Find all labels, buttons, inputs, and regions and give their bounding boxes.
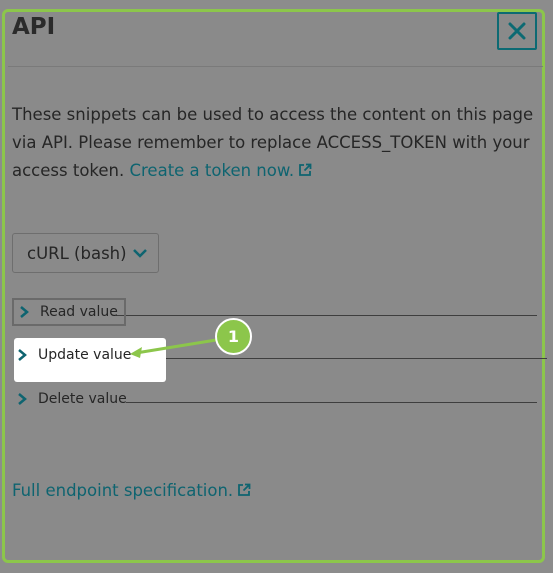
row-divider (126, 402, 537, 403)
close-icon (508, 22, 526, 40)
snippet-delete-value-toggle[interactable]: Delete value (12, 385, 133, 413)
language-select-value: cURL (bash) (27, 243, 127, 263)
chevron-right-icon (18, 393, 27, 405)
snippet-read-value: Read value (12, 298, 537, 326)
callout-badge: 1 (215, 318, 252, 355)
chevron-right-icon (20, 306, 29, 318)
chevron-down-icon (133, 249, 147, 258)
description: These snippets can be used to access the… (12, 101, 537, 185)
close-button[interactable] (497, 12, 537, 50)
endpoint-spec-link-label: Full endpoint specification. (12, 481, 234, 500)
header-divider (8, 66, 543, 67)
create-token-link-label: Create a token now. (129, 161, 295, 180)
callout-arrow (130, 338, 217, 358)
snippet-update-value-toggle[interactable]: Update value (12, 341, 137, 369)
row-divider (116, 315, 537, 316)
external-link-icon (238, 483, 251, 496)
api-dialog (2, 9, 545, 563)
chevron-right-icon (18, 349, 27, 361)
external-link-icon (299, 163, 312, 176)
language-select[interactable]: cURL (bash) (12, 233, 159, 273)
snippet-label: Read value (40, 304, 118, 320)
snippet-label: Update value (38, 347, 132, 363)
snippet-delete-value: Delete value (12, 385, 537, 413)
endpoint-spec-link[interactable]: Full endpoint specification. (12, 481, 251, 500)
snippet-update-value: Update value (12, 341, 547, 369)
snippet-label: Delete value (38, 391, 127, 407)
snippet-read-value-toggle[interactable]: Read value (12, 298, 126, 326)
create-token-link[interactable]: Create a token now. (129, 161, 312, 180)
dialog-title: API (12, 14, 56, 40)
